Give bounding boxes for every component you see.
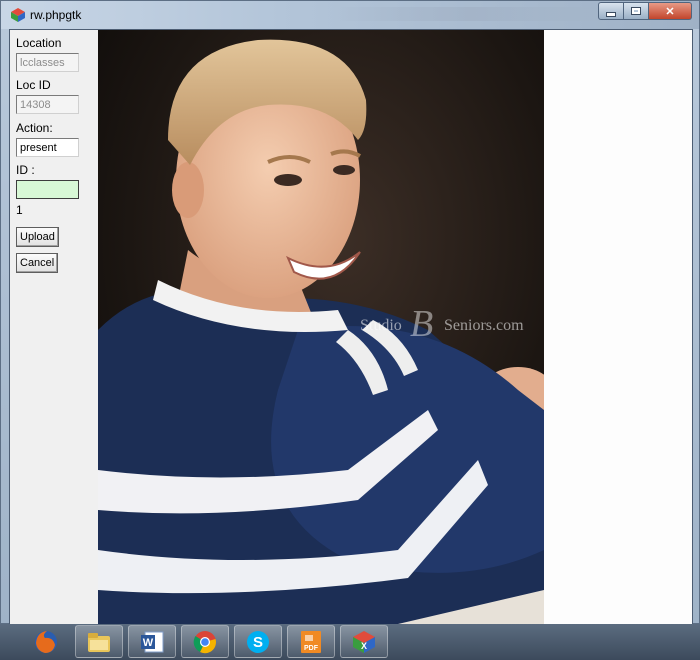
empty-panel bbox=[544, 30, 692, 624]
caption-buttons: ✕ bbox=[598, 2, 692, 20]
watermark-studio: Studio bbox=[360, 317, 402, 334]
location-field bbox=[16, 53, 79, 72]
svg-text:X: X bbox=[361, 641, 367, 651]
app-window: rw.phpgtk ✕ Location Loc ID Action: ID :… bbox=[0, 0, 700, 625]
cancel-button[interactable]: Cancel bbox=[16, 253, 59, 273]
chrome-icon bbox=[193, 630, 216, 653]
taskbar-pdf[interactable]: PDF bbox=[287, 625, 335, 658]
title-bar[interactable]: rw.phpgtk ✕ bbox=[1, 1, 699, 29]
taskbar: W S PDF X bbox=[0, 624, 700, 660]
watermark-seniors: Seniors.com bbox=[444, 317, 524, 334]
id-input[interactable] bbox=[16, 180, 79, 199]
taskbar-chrome[interactable] bbox=[181, 625, 229, 658]
background-window-title bbox=[331, 7, 611, 21]
php-gtk-icon bbox=[11, 8, 25, 22]
upload-button[interactable]: Upload bbox=[16, 227, 59, 247]
taskbar-skype[interactable]: S bbox=[234, 625, 282, 658]
minimize-icon bbox=[606, 11, 616, 17]
word-icon: W bbox=[141, 631, 164, 652]
taskbar-php-gtk[interactable]: X bbox=[340, 625, 388, 658]
close-icon: ✕ bbox=[665, 5, 675, 18]
pdf-icon: PDF bbox=[301, 630, 321, 653]
skype-icon: S bbox=[247, 630, 269, 653]
photo-viewer: Studio B Seniors.com bbox=[98, 30, 544, 624]
action-label: Action: bbox=[16, 121, 53, 135]
php-gtk-icon: X bbox=[353, 630, 375, 653]
firefox-icon bbox=[35, 630, 57, 653]
taskbar-file-explorer[interactable] bbox=[75, 625, 123, 658]
loc-id-field bbox=[16, 95, 79, 114]
loc-id-label: Loc ID bbox=[16, 78, 51, 92]
maximize-icon bbox=[631, 7, 641, 15]
taskbar-word[interactable]: W bbox=[128, 625, 176, 658]
window-title: rw.phpgtk bbox=[30, 8, 82, 22]
svg-text:W: W bbox=[143, 637, 154, 649]
client-area: Location Loc ID Action: ID : 1 Upload Ca… bbox=[9, 29, 693, 625]
id-label: ID : bbox=[16, 163, 35, 177]
file-explorer-icon bbox=[88, 632, 110, 652]
svg-text:PDF: PDF bbox=[304, 645, 319, 652]
portrait-photo: Studio B Seniors.com bbox=[98, 30, 544, 624]
taskbar-firefox[interactable] bbox=[22, 625, 70, 658]
minimize-button[interactable] bbox=[598, 2, 624, 20]
form-panel: Location Loc ID Action: ID : 1 Upload Ca… bbox=[10, 30, 98, 624]
maximize-button[interactable] bbox=[624, 2, 649, 20]
record-count: 1 bbox=[16, 203, 23, 217]
svg-text:S: S bbox=[253, 634, 263, 651]
location-label: Location bbox=[16, 36, 62, 50]
close-button[interactable]: ✕ bbox=[649, 2, 692, 20]
action-field[interactable] bbox=[16, 138, 79, 157]
watermark-monogram: B bbox=[410, 303, 433, 345]
